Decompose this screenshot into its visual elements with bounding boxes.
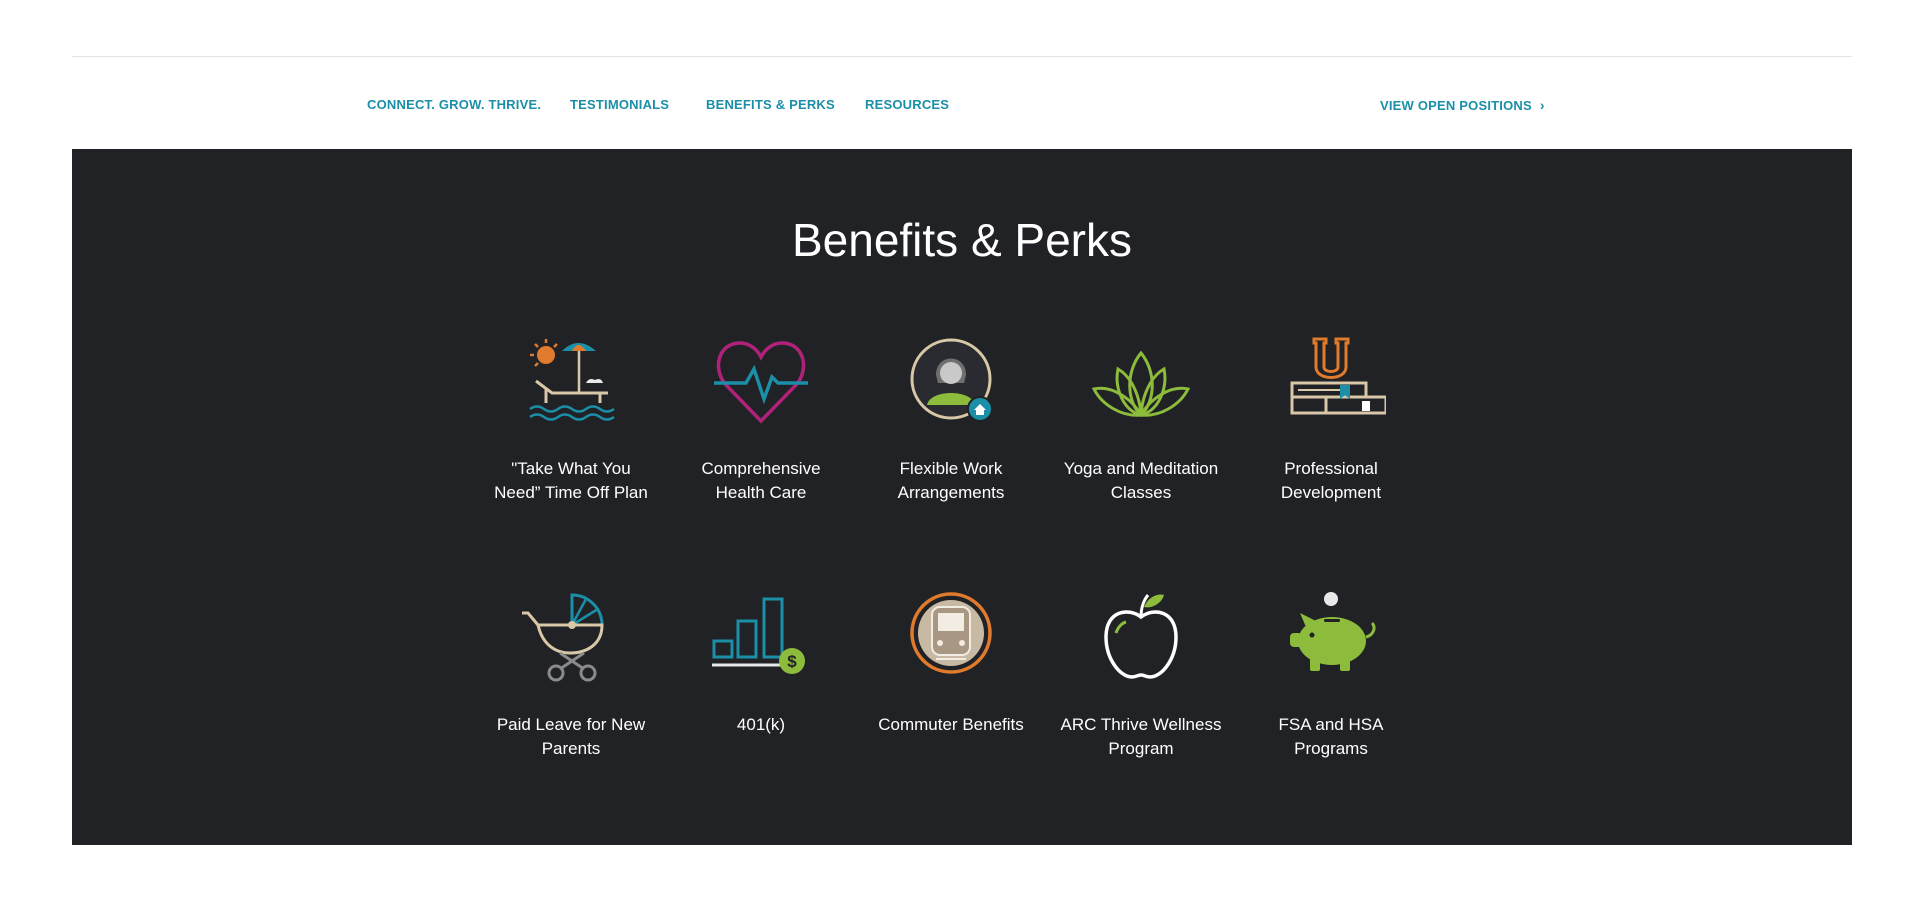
perk-yoga: Yoga and Meditation Classes bbox=[1057, 331, 1225, 505]
perk-label: Flexible Work Arrangements bbox=[897, 459, 1005, 502]
perk-label: "Take What You Need” Time Off Plan bbox=[494, 459, 648, 502]
view-open-positions-label: VIEW OPEN POSITIONS bbox=[1380, 98, 1532, 113]
perk-commuter: Commuter Benefits bbox=[867, 587, 1035, 737]
remote-worker-icon bbox=[910, 338, 993, 422]
perk-label: Professional Development bbox=[1280, 459, 1382, 502]
university-books-icon bbox=[1290, 337, 1386, 415]
chevron-right-icon: › bbox=[1539, 97, 1545, 113]
perk-parental-leave: Paid Leave for New Parents bbox=[487, 587, 655, 761]
train-icon bbox=[910, 592, 992, 674]
view-open-positions-link[interactable]: VIEW OPEN POSITIONS › bbox=[1380, 97, 1545, 113]
subnav-resources[interactable]: RESOURCES bbox=[865, 97, 949, 112]
benefits-section: Benefits & Perks "Take What You Need” Ti… bbox=[72, 149, 1852, 845]
savings-chart-icon: $ bbox=[712, 597, 805, 674]
perk-label: 401(k) bbox=[736, 715, 786, 734]
perk-flexible-work: Flexible Work Arrangements bbox=[867, 331, 1035, 505]
perk-health-care: Comprehensive Health Care bbox=[677, 331, 845, 505]
perk-label: Comprehensive Health Care bbox=[701, 459, 821, 502]
perk-label: FSA and HSA Programs bbox=[1278, 715, 1384, 758]
heartbeat-icon bbox=[714, 341, 808, 424]
baby-stroller-icon bbox=[522, 593, 604, 682]
piggy-bank-icon bbox=[1290, 592, 1376, 671]
perk-professional-development: Professional Development bbox=[1247, 331, 1415, 505]
perk-wellness: ARC Thrive Wellness Program bbox=[1057, 587, 1225, 761]
perk-label: Commuter Benefits bbox=[878, 715, 1024, 734]
perk-time-off: "Take What You Need” Time Off Plan bbox=[487, 331, 655, 505]
perk-label: ARC Thrive Wellness Program bbox=[1060, 715, 1222, 758]
perk-label: Yoga and Meditation Classes bbox=[1063, 459, 1219, 502]
perk-fsa-hsa: FSA and HSA Programs bbox=[1247, 587, 1415, 761]
lotus-icon bbox=[1091, 350, 1191, 418]
section-subnav: CONNECT. GROW. THRIVE. TESTIMONIALS BENE… bbox=[72, 57, 1852, 149]
perk-label: Paid Leave for New Parents bbox=[496, 715, 646, 758]
apple-icon bbox=[1104, 594, 1178, 679]
subnav-benefits-perks[interactable]: BENEFITS & PERKS bbox=[706, 97, 835, 112]
section-title: Benefits & Perks bbox=[791, 214, 1133, 266]
subnav-testimonials[interactable]: TESTIMONIALS bbox=[570, 97, 669, 112]
perk-401k: $ 401(k) bbox=[677, 587, 845, 737]
subnav-connect-grow-thrive[interactable]: CONNECT. GROW. THRIVE. bbox=[367, 97, 541, 112]
beach-lounger-icon bbox=[529, 339, 615, 421]
svg-text:$: $ bbox=[787, 652, 797, 671]
